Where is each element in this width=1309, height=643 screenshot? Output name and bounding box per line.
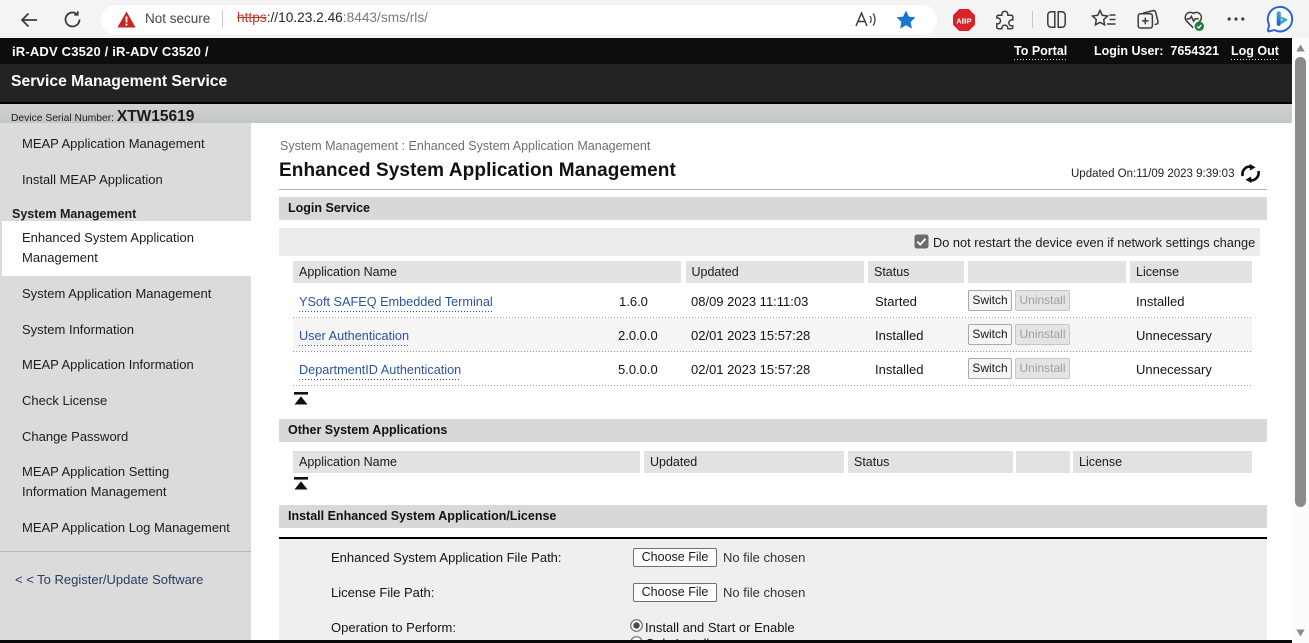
svg-text:ABP: ABP (956, 16, 971, 25)
